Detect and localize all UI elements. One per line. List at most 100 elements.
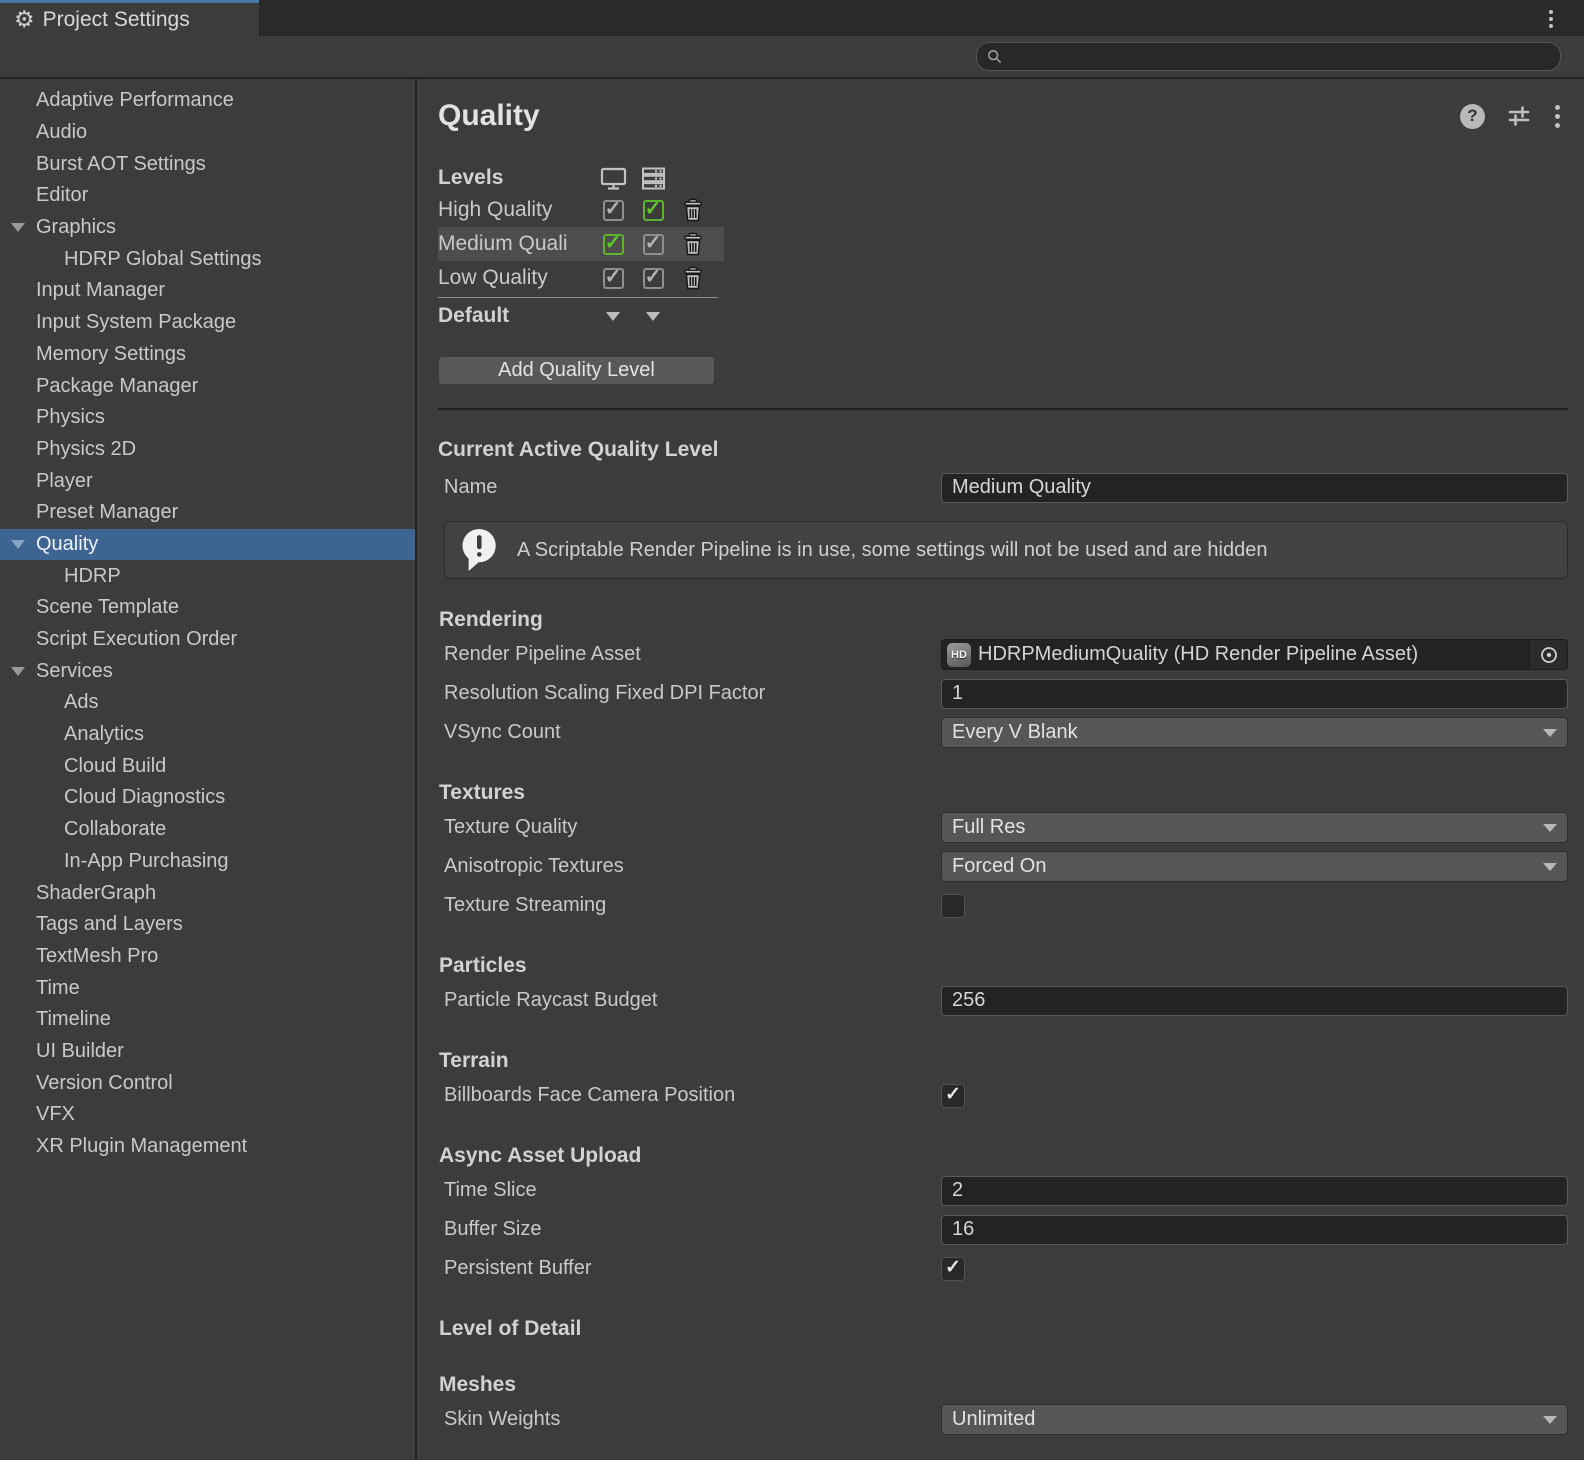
server-checkbox[interactable] xyxy=(643,200,664,221)
section-header: Particles xyxy=(438,951,1568,981)
add-quality-level-button[interactable]: Add Quality Level xyxy=(438,356,715,385)
sidebar-item-input-manager[interactable]: Input Manager xyxy=(0,275,415,307)
sidebar-item-services[interactable]: Services xyxy=(0,655,415,687)
sidebar-item-label: Ads xyxy=(0,691,98,714)
sidebar-item-tags-and-layers[interactable]: Tags and Layers xyxy=(0,909,415,941)
sidebar-item-hdrp[interactable]: HDRP xyxy=(0,560,415,592)
sidebar-item-audio[interactable]: Audio xyxy=(0,117,415,149)
sidebar-item-adaptive-performance[interactable]: Adaptive Performance xyxy=(0,85,415,117)
settings-sidebar: Adaptive Performance Audio Burst AOT Set… xyxy=(0,79,415,1460)
foldout-triangle-icon[interactable] xyxy=(11,667,25,676)
sidebar-item-quality[interactable]: Quality xyxy=(0,529,415,561)
vsync-count-dropdown[interactable]: Every V Blank xyxy=(941,717,1568,748)
sidebar-item-in-app-purchasing[interactable]: In-App Purchasing xyxy=(0,846,415,878)
preset-sliders-icon[interactable] xyxy=(1507,104,1531,128)
object-picker-icon[interactable] xyxy=(1529,640,1567,669)
buffer-size-field[interactable]: 16 xyxy=(941,1215,1568,1245)
quality-level-name: High Quality xyxy=(438,198,593,222)
server-checkbox[interactable] xyxy=(643,234,664,255)
setting-row-time-slice: Time Slice 2 xyxy=(438,1171,1568,1210)
render-pipeline-asset-object-field[interactable]: HD HDRPMediumQuality (HD Render Pipeline… xyxy=(941,639,1568,670)
sidebar-item-label: Scene Template xyxy=(0,596,179,619)
quality-level-row-high-quality[interactable]: High Quality xyxy=(438,193,724,227)
quality-level-row-medium-quali[interactable]: Medium Quali xyxy=(438,227,724,261)
sidebar-item-physics-2d[interactable]: Physics 2D xyxy=(0,434,415,466)
billboards-face-camera-position-checkbox[interactable] xyxy=(941,1084,965,1108)
sidebar-item-graphics[interactable]: Graphics xyxy=(0,212,415,244)
hdrp-asset-icon: HD xyxy=(947,643,971,667)
setting-label: Texture Streaming xyxy=(444,894,941,917)
sidebar-item-script-execution-order[interactable]: Script Execution Order xyxy=(0,624,415,656)
sidebar-item-shadergraph[interactable]: ShaderGraph xyxy=(0,877,415,909)
sidebar-item-label: Package Manager xyxy=(0,375,198,398)
search-box[interactable] xyxy=(976,42,1561,71)
quality-levels-table: Levels xyxy=(438,163,1568,385)
sidebar-item-textmesh-pro[interactable]: TextMesh Pro xyxy=(0,941,415,973)
sidebar-item-version-control[interactable]: Version Control xyxy=(0,1067,415,1099)
dropdown-value: Every V Blank xyxy=(952,721,1078,744)
chevron-down-icon xyxy=(1543,824,1557,832)
search-input[interactable] xyxy=(1009,47,1550,67)
sidebar-item-label: UI Builder xyxy=(0,1040,124,1063)
desktop-checkbox[interactable] xyxy=(603,234,624,255)
anisotropic-textures-dropdown[interactable]: Forced On xyxy=(941,851,1568,882)
foldout-triangle-icon[interactable] xyxy=(11,223,25,232)
setting-row-anisotropic-textures: Anisotropic Textures Forced On xyxy=(438,847,1568,886)
name-label: Name xyxy=(444,476,941,499)
sidebar-item-label: In-App Purchasing xyxy=(0,850,229,873)
sidebar-item-preset-manager[interactable]: Preset Manager xyxy=(0,497,415,529)
help-icon[interactable]: ? xyxy=(1460,104,1485,129)
setting-row-skin-weights: Skin Weights Unlimited xyxy=(438,1400,1568,1439)
section-header: Rendering xyxy=(438,605,1568,635)
sidebar-item-hdrp-global-settings[interactable]: HDRP Global Settings xyxy=(0,243,415,275)
sidebar-item-vfx[interactable]: VFX xyxy=(0,1099,415,1131)
default-server-dropdown-icon[interactable] xyxy=(646,312,660,321)
sidebar-item-cloud-diagnostics[interactable]: Cloud Diagnostics xyxy=(0,782,415,814)
server-checkbox[interactable] xyxy=(643,268,664,289)
sidebar-item-editor[interactable]: Editor xyxy=(0,180,415,212)
resolution-scaling-fixed-dpi-factor-field[interactable]: 1 xyxy=(941,679,1568,709)
sidebar-item-ui-builder[interactable]: UI Builder xyxy=(0,1036,415,1068)
quality-level-row-low-quality[interactable]: Low Quality xyxy=(438,261,724,295)
sidebar-item-ads[interactable]: Ads xyxy=(0,687,415,719)
sidebar-item-burst-aot-settings[interactable]: Burst AOT Settings xyxy=(0,148,415,180)
setting-label: Texture Quality xyxy=(444,816,941,839)
sidebar-item-input-system-package[interactable]: Input System Package xyxy=(0,307,415,339)
sidebar-item-timeline[interactable]: Timeline xyxy=(0,1004,415,1036)
sidebar-item-label: Analytics xyxy=(0,723,144,746)
sidebar-item-physics[interactable]: Physics xyxy=(0,402,415,434)
foldout-triangle-icon[interactable] xyxy=(11,540,25,549)
texture-streaming-checkbox[interactable] xyxy=(941,894,965,918)
sidebar-item-player[interactable]: Player xyxy=(0,465,415,497)
time-slice-field[interactable]: 2 xyxy=(941,1176,1568,1206)
desktop-checkbox[interactable] xyxy=(603,268,624,289)
quality-name-field[interactable]: Medium Quality xyxy=(941,473,1568,503)
sidebar-item-collaborate[interactable]: Collaborate xyxy=(0,814,415,846)
sidebar-item-scene-template[interactable]: Scene Template xyxy=(0,592,415,624)
sidebar-item-memory-settings[interactable]: Memory Settings xyxy=(0,339,415,371)
trash-icon[interactable] xyxy=(681,232,705,257)
skin-weights-dropdown[interactable]: Unlimited xyxy=(941,1404,1568,1435)
desktop-checkbox[interactable] xyxy=(603,200,624,221)
dropdown-value: Full Res xyxy=(952,816,1025,839)
trash-icon[interactable] xyxy=(681,198,705,223)
sidebar-item-cloud-build[interactable]: Cloud Build xyxy=(0,750,415,782)
panel-more-menu-icon[interactable] xyxy=(1553,103,1562,130)
sidebar-item-analytics[interactable]: Analytics xyxy=(0,719,415,751)
section-async-asset-upload: Async Asset Upload Time Slice 2 Buffer S… xyxy=(438,1141,1568,1288)
persistent-buffer-checkbox[interactable] xyxy=(941,1257,965,1281)
window-more-menu-icon[interactable] xyxy=(1546,7,1556,31)
setting-label: Particle Raycast Budget xyxy=(444,989,941,1012)
setting-row-vsync-count: VSync Count Every V Blank xyxy=(438,713,1568,752)
trash-icon[interactable] xyxy=(681,266,705,291)
sidebar-item-xr-plugin-management[interactable]: XR Plugin Management xyxy=(0,1131,415,1163)
quality-panel: Quality ? xyxy=(417,79,1584,1460)
sidebar-item-time[interactable]: Time xyxy=(0,972,415,1004)
texture-quality-dropdown[interactable]: Full Res xyxy=(941,812,1568,843)
desktop-monitor-icon xyxy=(593,166,633,191)
sidebar-item-package-manager[interactable]: Package Manager xyxy=(0,370,415,402)
sidebar-item-label: HDRP xyxy=(0,565,121,588)
default-desktop-dropdown-icon[interactable] xyxy=(606,312,620,321)
particle-raycast-budget-field[interactable]: 256 xyxy=(941,986,1568,1016)
tab-project-settings[interactable]: ⚙ Project Settings xyxy=(0,0,259,36)
